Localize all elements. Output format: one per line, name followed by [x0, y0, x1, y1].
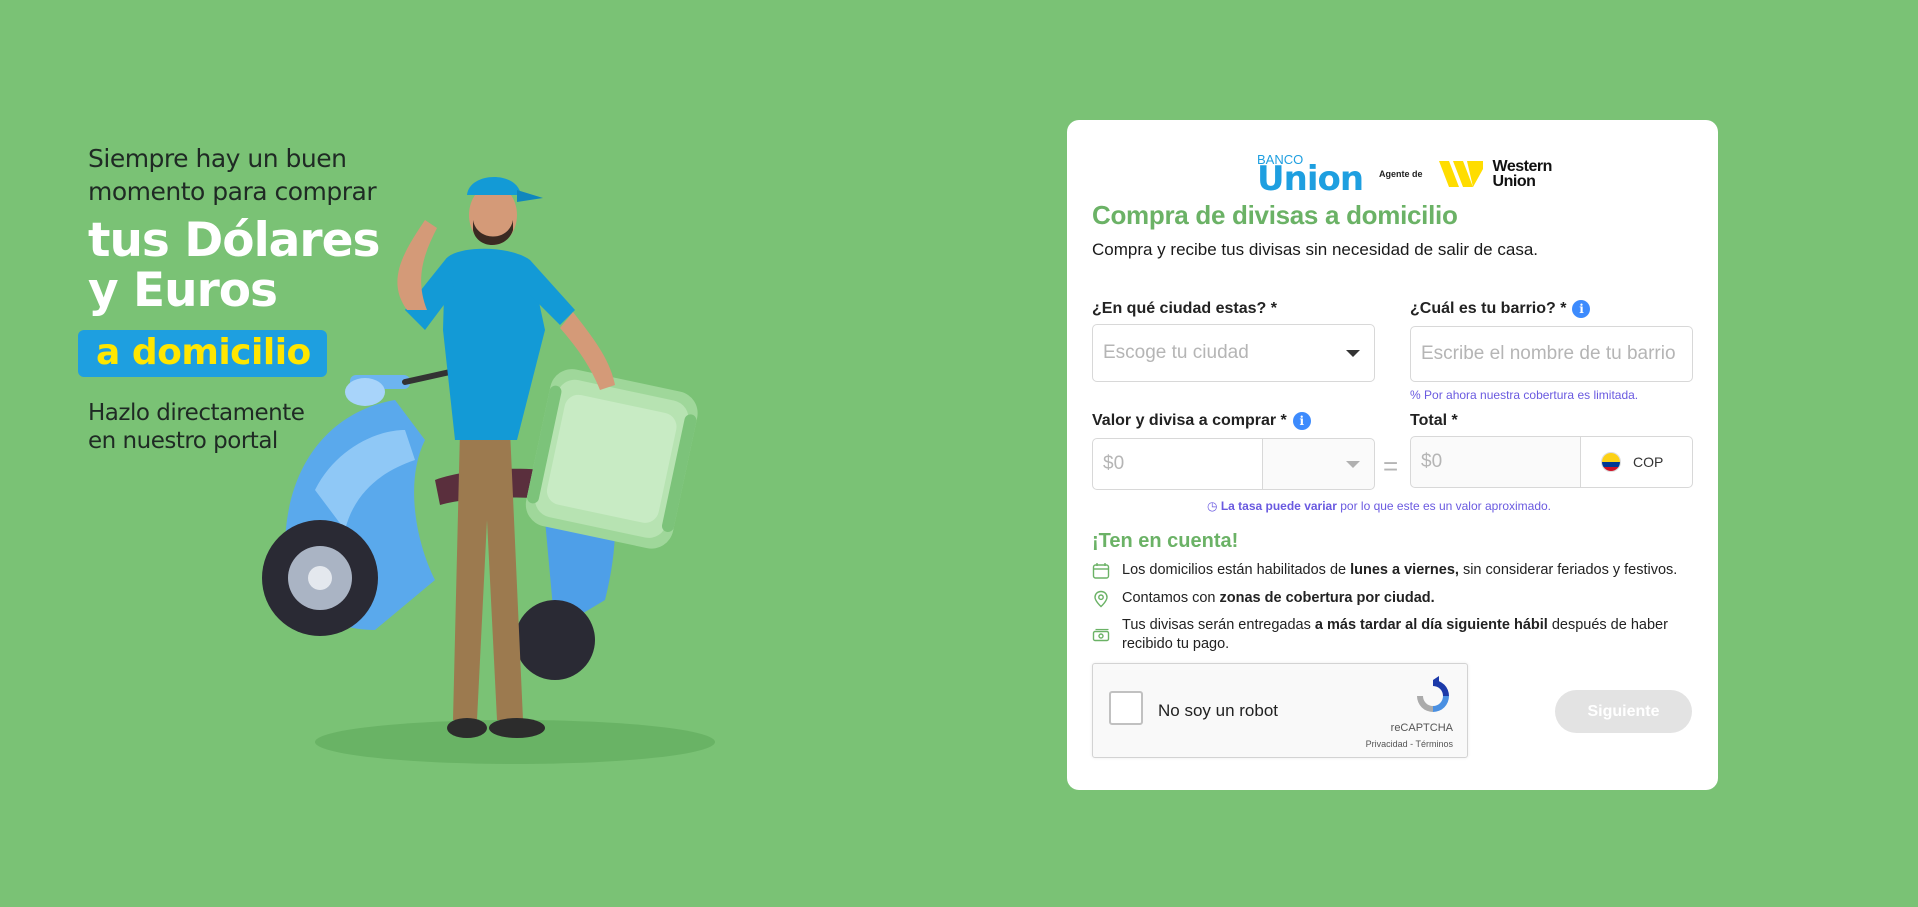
union-label: Union: [1257, 158, 1364, 199]
value-field[interactable]: [1092, 438, 1263, 490]
notice-item-zones: Contamos con zonas de cobertura por ciud…: [1092, 589, 1692, 608]
notice-days-post: sin considerar feriados y festivos.: [1458, 562, 1678, 578]
chevron-down-icon: [1346, 350, 1360, 357]
notice-zones-bold: zonas de cobertura por ciudad.: [1219, 590, 1435, 606]
wu-line-1: Western: [1492, 158, 1553, 175]
form-subtitle: Compra y recibe tus divisas sin necesida…: [1092, 240, 1538, 259]
city-select[interactable]: Escoge tu ciudad: [1092, 324, 1375, 382]
banco-union-logo: BANCO Union: [1257, 153, 1364, 199]
notice-text-delivery: Tus divisas serán entregadas a más tarda…: [1122, 616, 1682, 654]
calendar-icon: [1092, 563, 1110, 579]
purchase-form-card: BANCO Union Agente de Western Union Comp…: [1067, 120, 1718, 790]
recaptcha-brand: reCAPTCHA: [1390, 722, 1453, 734]
total-label: Total *: [1410, 412, 1458, 430]
total-label-text: Total *: [1410, 412, 1458, 429]
recaptcha-checkbox[interactable]: [1109, 691, 1143, 725]
notice-item-delivery: Tus divisas serán entregadas a más tarda…: [1092, 616, 1682, 654]
notice-delivery-pre: Tus divisas serán entregadas: [1122, 617, 1315, 633]
currency-display: COP: [1580, 436, 1693, 488]
brand-logos: BANCO Union Agente de Western Union: [1257, 153, 1553, 199]
total-value: $0: [1421, 451, 1443, 472]
currency-select[interactable]: [1262, 438, 1375, 490]
value-label-text: Valor y divisa a comprar *: [1092, 412, 1287, 429]
agente-label: Agente de: [1379, 169, 1423, 179]
next-button[interactable]: Siguiente: [1555, 690, 1692, 733]
chevron-down-icon: [1346, 461, 1360, 468]
western-union-logo: Western Union: [1492, 158, 1553, 190]
recaptcha-links[interactable]: Privacidad - Términos: [1366, 739, 1453, 749]
western-union-icon: [1438, 161, 1483, 187]
coverage-note: % Por ahora nuestra cobertura es limitad…: [1410, 388, 1638, 402]
rate-note-bold: La tasa puede variar: [1220, 499, 1337, 513]
notice-days-pre: Los domicilios están habilitados de: [1122, 562, 1351, 578]
currency-code: COP: [1633, 454, 1664, 470]
barrio-field[interactable]: [1410, 326, 1693, 382]
recaptcha-icon: [1417, 676, 1449, 712]
recaptcha-widget: No soy un robot reCAPTCHA Privacidad - T…: [1092, 663, 1468, 758]
notice-text-zones: Contamos con zonas de cobertura por ciud…: [1122, 589, 1435, 608]
city-label-text: ¿En qué ciudad estas? *: [1092, 300, 1277, 317]
barrio-label-text: ¿Cuál es tu barrio? *: [1410, 300, 1567, 317]
coverage-note-text: Por ahora nuestra cobertura es limitada.: [1424, 388, 1639, 402]
city-placeholder: Escoge tu ciudad: [1103, 342, 1249, 363]
recaptcha-label: No soy un robot: [1158, 701, 1279, 720]
barrio-input[interactable]: [1421, 343, 1692, 365]
notice-text-days: Los domicilios están habilitados de lune…: [1122, 561, 1677, 580]
total-field: $0: [1410, 436, 1581, 488]
notice-item-days: Los domicilios están habilitados de lune…: [1092, 561, 1692, 580]
colombia-flag-icon: [1601, 452, 1621, 472]
notice-days-bold: lunes a viernes,: [1350, 562, 1459, 578]
percent-icon: %: [1410, 388, 1421, 402]
equals-sign: =: [1383, 451, 1399, 481]
clock-icon: ◷: [1207, 499, 1218, 513]
notice-zones-pre: Contamos con: [1122, 590, 1220, 606]
delivery-illustration: [262, 176, 715, 764]
money-icon: [1092, 628, 1110, 642]
rate-note: ◷ La tasa puede variar por lo que este e…: [1207, 499, 1551, 513]
notice-delivery-bold: a más tardar al día siguiente hábil: [1314, 617, 1548, 633]
notice-title: ¡Ten en cuenta!: [1092, 530, 1239, 552]
value-input[interactable]: [1103, 453, 1262, 475]
wu-line-2: Union: [1492, 173, 1536, 190]
location-pin-icon: [1094, 590, 1108, 608]
rate-note-rest: por lo que este es un valor aproximado.: [1336, 499, 1552, 513]
info-icon[interactable]: i: [1292, 412, 1311, 430]
value-label: Valor y divisa a comprar * i: [1092, 412, 1311, 430]
form-title: Compra de divisas a domicilio: [1092, 200, 1458, 230]
info-icon[interactable]: i: [1572, 300, 1591, 318]
barrio-label: ¿Cuál es tu barrio? * i: [1410, 300, 1591, 318]
city-label: ¿En qué ciudad estas? *: [1092, 300, 1277, 318]
